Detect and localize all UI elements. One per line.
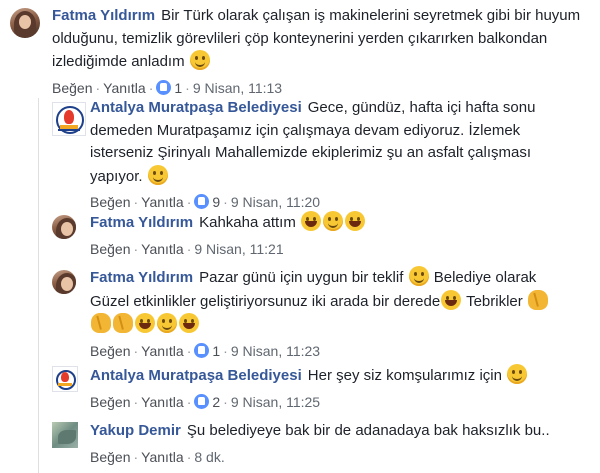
clap-emoji-icon (91, 313, 111, 333)
comment-body: Kahkaha attım (199, 214, 296, 231)
reply-button[interactable]: Yanıtla (141, 194, 184, 210)
reaction-count[interactable]: 2 (194, 393, 220, 410)
comment-author[interactable]: Yakup Demir (90, 422, 181, 439)
like-button[interactable]: Beğen (52, 80, 92, 96)
comment-actions: Beğen · Yanıtla · 1 · 9 Nisan, 11:13 (52, 79, 283, 96)
like-button[interactable]: Beğen (90, 394, 130, 410)
reply-comment: Antalya Muratpaşa Belediyesi Her şey siz … (0, 362, 600, 414)
comment-timestamp[interactable]: 9 Nisan, 11:23 (231, 343, 320, 359)
comment-timestamp[interactable]: 9 Nisan, 11:25 (231, 394, 320, 410)
comment-body-part: Tebrikler (466, 292, 523, 310)
comment: Fatma Yıldırım Bir Türk olarak çalışan iş… (0, 0, 600, 96)
comment-text: Antalya Muratpaşa Belediyesi Gece, gündüz… (90, 97, 550, 188)
reply-button[interactable]: Yanıtla (141, 343, 184, 359)
avatar[interactable] (52, 270, 76, 294)
like-icon (194, 393, 210, 409)
comment-author[interactable]: Fatma Yıldırım (52, 7, 155, 24)
comment-timestamp[interactable]: 9 Nisan, 11:21 (194, 241, 283, 257)
avatar[interactable] (52, 215, 76, 239)
laugh-emoji-icon (441, 289, 462, 310)
clap-emoji-icon (527, 289, 548, 310)
reaction-count[interactable]: 1 (156, 79, 182, 96)
comment-text: Fatma Yıldırım Bir Türk olarak çalışan iş… (52, 5, 592, 74)
comment-body: Her şey siz komşularımız için (307, 367, 502, 384)
reply-button[interactable]: Yanıtla (141, 449, 184, 465)
comment-text: Antalya Muratpaşa Belediyesi Her şey siz … (90, 364, 560, 388)
smile-emoji-icon (147, 164, 168, 185)
clap-emoji-icon (113, 313, 133, 333)
comment-text: Fatma Yıldırım Kahkaha attım (90, 211, 550, 235)
like-icon (194, 342, 210, 358)
like-button[interactable]: Beğen (90, 343, 130, 359)
like-icon (156, 79, 172, 95)
reply-comment: Antalya Muratpaşa Belediyesi Gece, gündüz… (0, 96, 600, 210)
smile-emoji-icon (507, 364, 528, 384)
reply-button[interactable]: Yanıtla (141, 394, 184, 410)
comment-timestamp[interactable]: 8 dk. (194, 449, 224, 465)
avatar[interactable] (52, 422, 78, 448)
avatar[interactable] (10, 8, 40, 38)
comment-author[interactable]: Fatma Yıldırım (90, 269, 193, 286)
like-button[interactable]: Beğen (90, 241, 130, 257)
reaction-count[interactable]: 1 (194, 342, 220, 359)
reply-comment: Yakup Demir Şu belediyeye bak bir de adan… (0, 416, 600, 471)
laugh-emoji-icon (345, 211, 365, 231)
smile-emoji-icon (323, 211, 343, 231)
comment-body-part: Pazar günü için uygun bir teklif (199, 269, 404, 286)
smile-emoji-icon (408, 266, 429, 286)
comment-body: Şu belediyeye bak bir de adanadaya bak h… (186, 422, 550, 439)
like-button[interactable]: Beğen (90, 449, 130, 465)
reply-button[interactable]: Yanıtla (141, 241, 184, 257)
laugh-emoji-icon (135, 313, 155, 333)
comment-author[interactable]: Fatma Yıldırım (90, 214, 193, 231)
avatar[interactable] (52, 366, 78, 392)
comment-text: Yakup Demir Şu belediyeye bak bir de adan… (90, 420, 560, 443)
comment-timestamp[interactable]: 9 Nisan, 11:13 (193, 80, 282, 96)
laugh-emoji-icon (179, 313, 199, 333)
comment-timestamp[interactable]: 9 Nisan, 11:20 (231, 194, 320, 210)
comment-text: Fatma Yıldırım Pazar günü için uygun bir … (90, 266, 560, 337)
comment-actions: Beğen · Yanıtla · 8 dk. (90, 448, 225, 465)
reply-comment: Fatma Yıldırım Pazar günü için uygun bir … (0, 264, 600, 359)
smile-emoji-icon (157, 313, 177, 333)
comment-actions: Beğen · Yanıtla · 9 Nisan, 11:21 (90, 240, 284, 257)
smile-emoji-icon (189, 50, 210, 70)
comment-author[interactable]: Antalya Muratpaşa Belediyesi (90, 367, 302, 384)
reaction-count[interactable]: 9 (194, 194, 220, 210)
like-icon (194, 194, 210, 209)
reply-comment: Fatma Yıldırım Kahkaha attım Beğen · Yanıtl… (0, 209, 600, 261)
laugh-emoji-icon (301, 211, 321, 231)
avatar[interactable] (52, 102, 86, 136)
reply-button[interactable]: Yanıtla (103, 80, 146, 96)
comment-actions: Beğen · Yanıtla · 1 · 9 Nisan, 11:23 (90, 342, 321, 359)
comment-actions: Beğen · Yanıtla · 2 · 9 Nisan, 11:25 (90, 393, 321, 410)
like-button[interactable]: Beğen (90, 194, 130, 210)
comment-author[interactable]: Antalya Muratpaşa Belediyesi (90, 99, 302, 116)
